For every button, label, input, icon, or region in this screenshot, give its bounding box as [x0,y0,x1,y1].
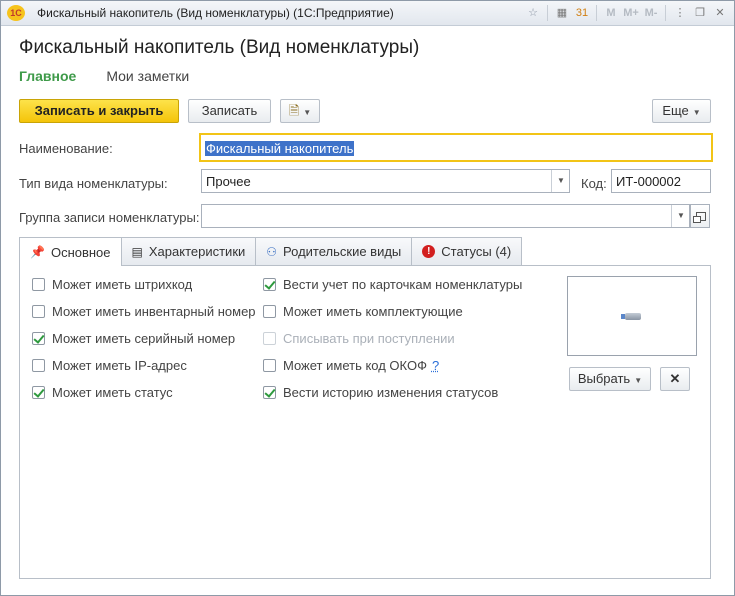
checkbox-label: Может иметь статус [52,385,173,400]
checkbox-label: Может иметь комплектующие [283,304,463,319]
tab-main[interactable]: 📌 Основное [19,237,122,266]
checkbox-status-history[interactable]: Вести историю изменения статусов [263,385,498,400]
open-group-button[interactable] [690,204,710,228]
tab-label: Родительские виды [283,244,402,259]
divider [665,5,666,21]
usb-drive-icon [621,313,641,320]
tab-parent-types[interactable]: ⚇ Родительские виды [255,237,413,265]
document-icon: 🗎 [288,103,300,118]
code-value: ИТ-000002 [616,174,681,189]
checkbox-box [263,332,276,345]
chevron-down-icon[interactable]: ▼ [551,170,570,192]
checkbox-box[interactable] [32,278,45,291]
chevron-down-icon: ▼ [303,108,312,117]
help-link[interactable]: ? [432,358,439,373]
checkbox-box[interactable] [263,278,276,291]
divider [596,5,597,21]
chevron-down-icon[interactable]: ▼ [671,205,690,227]
list-icon: ▤ [131,244,143,259]
checkbox-box[interactable] [32,332,45,345]
checkbox-barcode[interactable]: Может иметь штрихкод [32,277,192,292]
memory-m-button[interactable]: M [601,3,621,23]
code-label: Код: [581,176,607,191]
open-icon [693,212,706,223]
name-label: Наименование: [19,141,113,156]
select-image-button[interactable]: Выбрать ▼ [569,367,651,391]
checkbox-label: Может иметь инвентарный номер [52,304,256,319]
type-value: Прочее [206,174,251,189]
memory-minus-button[interactable]: M- [641,3,661,23]
checkbox-box[interactable] [263,305,276,318]
window-title: Фискальный накопитель (Вид номенклатуры)… [37,6,394,20]
checkbox-status[interactable]: Может иметь статус [32,385,173,400]
calculator-icon[interactable]: ▦ [552,3,572,23]
hierarchy-icon: ⚇ [266,244,278,259]
close-icon[interactable]: ✕ [710,3,730,23]
tab-statuses[interactable]: ! Статусы (4) [411,237,523,265]
image-preview[interactable] [567,276,697,356]
nav-tab-notes[interactable]: Мои заметки [106,68,189,84]
more-label: Еще [662,103,689,118]
title-bar-tools: ☆ ▦ 31 M M+ M- ⋮ ❐ ✕ [523,3,730,23]
group-label: Группа записи номенклатуры: [19,210,200,225]
clear-image-button[interactable]: ✕ [660,367,690,391]
save-button[interactable]: Записать [188,99,271,123]
checkbox-card-accounting[interactable]: Вести учет по карточкам номенклатуры [263,277,522,292]
checkbox-label: Может иметь код ОКОФ [283,358,427,373]
checkbox-inventory-number[interactable]: Может иметь инвентарный номер [32,304,256,319]
select-label: Выбрать [577,371,631,386]
tab-characteristics[interactable]: ▤ Характеристики [120,237,257,265]
checkbox-label: Может иметь IP-адрес [52,358,187,373]
group-select[interactable]: ▼ [201,204,690,228]
save-and-close-button[interactable]: Записать и закрыть [19,99,179,123]
checkbox-box[interactable] [263,386,276,399]
memory-plus-button[interactable]: M+ [621,3,641,23]
checkbox-write-off: Списывать при поступлении [263,331,455,346]
checkbox-label: Может иметь штрихкод [52,277,193,292]
checkbox-ip-address[interactable]: Может иметь IP-адрес [32,358,187,373]
checkbox-box[interactable] [263,359,276,372]
page-title: Фискальный накопитель (Вид номенклатуры) [19,37,420,58]
checkbox-label: Может иметь серийный номер [52,331,236,346]
form-nav: Главное Мои заметки [19,68,189,84]
restore-icon[interactable]: ❐ [690,3,710,23]
app-logo-icon[interactable]: 1С [7,5,25,21]
type-label: Тип вида номенклатуры: [19,176,168,191]
calendar-icon[interactable]: 31 [572,3,592,23]
title-bar: 1С Фискальный накопитель (Вид номенклату… [1,1,734,26]
tab-panel-main: Может иметь штрихкод Может иметь инвента… [19,265,711,579]
nav-tab-main[interactable]: Главное [19,68,76,84]
checkbox-box[interactable] [32,386,45,399]
more-actions-icon[interactable]: ⋮ [670,3,690,23]
app-window: 1С Фискальный накопитель (Вид номенклату… [0,0,735,596]
tab-label: Характеристики [148,244,246,259]
divider [547,5,548,21]
code-field[interactable]: ИТ-000002 [611,169,711,193]
tab-label: Статусы (4) [441,244,512,259]
checkbox-label: Вести историю изменения статусов [283,385,499,400]
checkbox-box[interactable] [32,305,45,318]
more-menu-button[interactable]: Еще ▼ [652,99,711,123]
print-menu-button[interactable]: 🗎 ▼ [280,99,320,123]
checkbox-label: Вести учет по карточкам номенклатуры [283,277,523,292]
chevron-down-icon: ▼ [634,376,643,385]
warning-icon: ! [422,245,436,258]
type-select[interactable]: Прочее ▼ [201,169,570,193]
chevron-down-icon: ▼ [692,108,701,117]
checkbox-box[interactable] [32,359,45,372]
name-field[interactable]: Фискальный накопитель [199,133,713,162]
pin-icon: 📌 [30,245,45,259]
favorite-icon[interactable]: ☆ [523,3,543,23]
tab-label: Основное [50,244,111,260]
checkbox-components[interactable]: Может иметь комплектующие [263,304,463,319]
tab-strip: 📌 Основное ▤ Характеристики ⚇ Родительск… [19,237,523,266]
checkbox-okof-code[interactable]: Может иметь код ОКОФ ? [263,358,439,373]
checkbox-serial-number[interactable]: Может иметь серийный номер [32,331,235,346]
checkbox-label: Списывать при поступлении [283,331,455,346]
name-value: Фискальный накопитель [205,141,355,156]
